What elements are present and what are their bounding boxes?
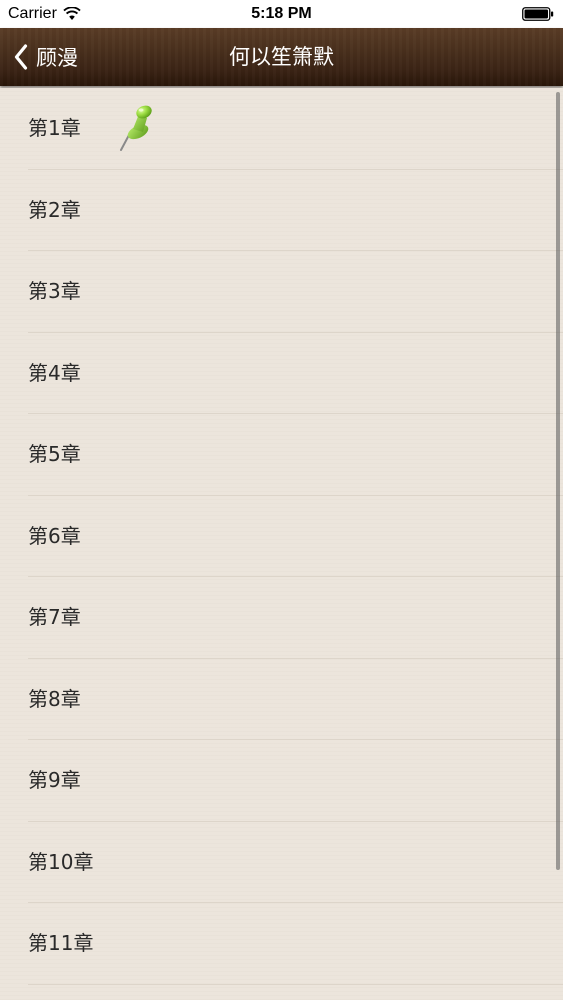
chapter-row-1[interactable]: 第1章 [28, 88, 563, 170]
chapter-row-6[interactable]: 第6章 [28, 496, 563, 577]
chapter-label: 第11章 [28, 931, 94, 955]
chapter-label: 第10章 [28, 849, 94, 874]
chapter-label: 第9章 [28, 768, 81, 792]
chapter-row-11[interactable]: 第11章 [28, 903, 563, 985]
navigation-bar: 顾漫 何以笙箫默 [0, 28, 563, 86]
chapter-label: 第4章 [28, 360, 81, 385]
chapter-label: 第1章 [28, 116, 81, 140]
chapter-label: 第7章 [28, 605, 81, 629]
battery-icon [522, 7, 554, 21]
chapter-label: 第6章 [28, 523, 81, 548]
chapter-row-3[interactable]: 第3章 [28, 251, 563, 333]
chapter-label: 第2章 [28, 197, 81, 222]
status-bar: Carrier 5:18 PM [0, 0, 563, 28]
chapter-row-7[interactable]: 第7章 [28, 577, 563, 659]
chapter-row-10[interactable]: 第10章 [28, 822, 563, 903]
status-time: 5:18 PM [251, 5, 312, 22]
chapter-row-5[interactable]: 第5章 [28, 414, 563, 496]
page-title: 何以笙箫默 [229, 45, 334, 69]
chapter-row-9[interactable]: 第9章 [28, 740, 563, 822]
chapter-label: 第3章 [28, 279, 81, 303]
pushpin-bookmark-icon [120, 105, 152, 151]
chapter-label: 第8章 [28, 686, 81, 711]
chapter-label: 第5章 [28, 442, 81, 466]
chapter-row-4[interactable]: 第4章 [28, 333, 563, 414]
chapter-row-8[interactable]: 第8章 [28, 659, 563, 740]
chapter-row-2[interactable]: 第2章 [28, 170, 563, 251]
scrollbar[interactable] [556, 92, 560, 870]
chapter-list[interactable]: 第1章 第2章 第3章 第4章 第5章 第6章 第7章 第8章 第9章 第10章… [0, 88, 563, 1000]
